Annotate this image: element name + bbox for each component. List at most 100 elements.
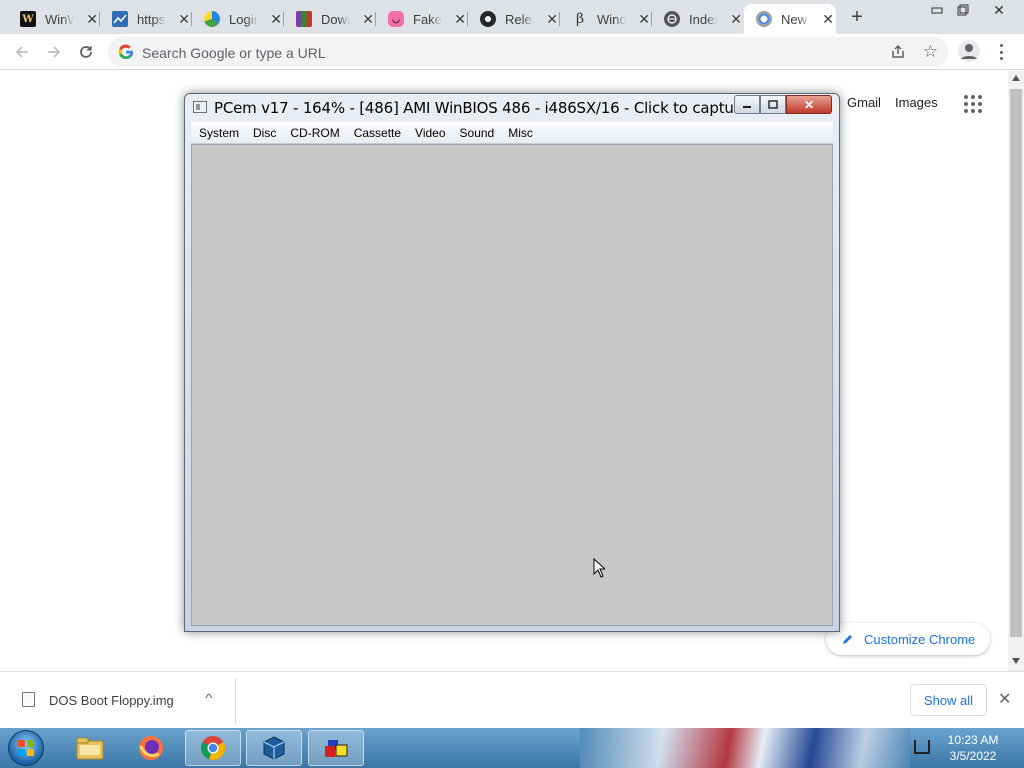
pcem-window-icon xyxy=(193,101,207,113)
mouse-cursor-icon xyxy=(593,558,605,578)
show-all-button[interactable]: Show all xyxy=(910,684,987,716)
pink-face-icon: ◡ xyxy=(388,11,404,27)
tab-title: FakeFace xyxy=(413,11,442,27)
tab-title: WinWorld xyxy=(45,11,75,27)
system-clock[interactable]: 10:23 AM 3/5/2022 xyxy=(940,732,1006,764)
tab-title: Releases xyxy=(505,11,534,27)
close-tab-icon[interactable]: ✕ xyxy=(636,11,652,27)
tab-https[interactable]: https ✕ xyxy=(100,4,192,34)
chrome-icon xyxy=(756,11,772,27)
new-tab-button[interactable]: + xyxy=(846,7,868,28)
download-filename: DOS Boot Floppy.img xyxy=(49,693,174,708)
download-item[interactable]: DOS Boot Floppy.img ^ xyxy=(0,678,236,724)
start-orb-icon[interactable] xyxy=(8,730,44,766)
browser-toolbar: Search Google or type a URL ☆ xyxy=(0,34,1024,70)
menu-video[interactable]: Video xyxy=(415,126,445,140)
close-tab-icon[interactable]: ✕ xyxy=(728,11,744,27)
chrome-icon[interactable] xyxy=(185,730,241,766)
close-download-bar-icon[interactable]: ✕ xyxy=(998,689,1011,709)
omnibox[interactable]: Search Google or type a URL ☆ xyxy=(108,37,948,67)
menu-misc[interactable]: Misc xyxy=(508,126,533,140)
profile-avatar-icon[interactable] xyxy=(958,40,980,62)
close-tab-icon[interactable]: ✕ xyxy=(360,11,376,27)
tab-releases[interactable]: Releases ✕ xyxy=(468,4,560,34)
page-scrollbar[interactable] xyxy=(1008,71,1024,671)
clock-date: 3/5/2022 xyxy=(949,749,997,763)
reload-icon xyxy=(80,46,92,58)
tab-login[interactable]: Login ✕ xyxy=(192,4,284,34)
close-tab-icon[interactable]: ✕ xyxy=(452,11,468,27)
tab-title: https xyxy=(137,11,166,27)
close-window-icon[interactable]: ✕ xyxy=(986,0,1012,20)
firefox-icon[interactable] xyxy=(123,730,179,766)
bookmark-star-icon[interactable]: ☆ xyxy=(923,42,938,62)
emulator-screen[interactable] xyxy=(191,144,833,626)
pcem-window-title: PCem v17 - 164% - [486] AMI WinBIOS 486 … xyxy=(214,99,734,117)
tab-winworld[interactable]: W WinWorld ✕ xyxy=(8,4,100,34)
taskbar: 10:23 AM 3/5/2022 xyxy=(0,728,1024,768)
google-g-icon xyxy=(118,44,134,60)
github-icon xyxy=(480,11,496,27)
tab-windows[interactable]: β Windows ✕ xyxy=(560,4,652,34)
pcem-maximize-button[interactable] xyxy=(760,95,786,114)
pcem-icon[interactable] xyxy=(308,730,364,766)
images-link[interactable]: Images xyxy=(895,95,938,110)
tab-title: Index xyxy=(689,11,719,27)
back-button[interactable] xyxy=(10,40,34,64)
close-tab-icon[interactable]: ✕ xyxy=(268,11,284,27)
google-apps-icon[interactable] xyxy=(964,95,982,113)
tab-title: New Tab xyxy=(781,11,810,27)
forward-arrow-icon xyxy=(48,46,61,58)
tab-fakeface[interactable]: ◡ FakeFace ✕ xyxy=(376,4,468,34)
pcem-close-button[interactable]: ✕ xyxy=(786,95,832,114)
pcem-window[interactable]: PCem v17 - 164% - [486] AMI WinBIOS 486 … xyxy=(184,93,840,632)
menu-cd-rom[interactable]: CD-ROM xyxy=(290,126,339,140)
minimize-window-icon[interactable] xyxy=(924,0,950,20)
tab-strip: W WinWorld ✕ https ✕ Login ✕ Download ✕ … xyxy=(0,0,1024,34)
virtualbox-icon[interactable] xyxy=(246,730,302,766)
b-logo-icon: β xyxy=(575,11,585,27)
network-icon xyxy=(664,11,680,27)
chart-site-icon xyxy=(112,11,128,27)
restore-window-icon[interactable] xyxy=(950,0,976,20)
customize-chrome-button[interactable]: Customize Chrome xyxy=(826,623,990,655)
share-icon[interactable] xyxy=(890,44,906,60)
pcem-title-bar[interactable]: PCem v17 - 164% - [486] AMI WinBIOS 486 … xyxy=(185,94,839,120)
menu-system[interactable]: System xyxy=(199,126,239,140)
close-tab-icon[interactable]: ✕ xyxy=(544,11,560,27)
action-center-flag-icon[interactable] xyxy=(914,740,930,754)
close-tab-icon[interactable]: ✕ xyxy=(176,11,192,27)
gmail-link[interactable]: Gmail xyxy=(847,95,881,110)
omnibox-placeholder: Search Google or type a URL xyxy=(142,45,326,61)
tab-index[interactable]: Index ✕ xyxy=(652,4,744,34)
clock-time: 10:23 AM xyxy=(947,733,999,747)
edge-icon xyxy=(204,11,220,27)
tab-title: Download xyxy=(321,11,350,27)
back-arrow-icon xyxy=(15,46,28,58)
winworld-w-icon: W xyxy=(20,11,36,27)
chrome-menu-icon[interactable] xyxy=(996,42,1006,62)
menu-disc[interactable]: Disc xyxy=(253,126,276,140)
customize-chrome-label: Customize Chrome xyxy=(864,631,976,647)
winrar-icon xyxy=(296,11,312,27)
reload-button[interactable] xyxy=(74,40,98,64)
forward-button[interactable] xyxy=(42,40,66,64)
tab-new-tab[interactable]: New Tab ✕ xyxy=(744,4,836,34)
file-icon xyxy=(22,692,35,707)
scrollbar-thumb[interactable] xyxy=(1010,89,1022,637)
pcem-minimize-button[interactable] xyxy=(734,95,760,114)
explorer-icon[interactable] xyxy=(62,730,118,766)
pcem-menu-bar: System Disc CD-ROM Cassette Video Sound … xyxy=(191,122,833,144)
menu-sound[interactable]: Sound xyxy=(460,126,495,140)
chevron-up-icon[interactable]: ^ xyxy=(205,691,212,705)
close-tab-icon[interactable]: ✕ xyxy=(820,11,836,27)
desktop-wallpaper-strip xyxy=(580,728,910,768)
tab-download[interactable]: Download ✕ xyxy=(284,4,376,34)
close-tab-icon[interactable]: ✕ xyxy=(84,11,100,27)
tab-title: Windows xyxy=(597,11,627,27)
download-bar: DOS Boot Floppy.img ^ Show all ✕ xyxy=(0,671,1024,728)
menu-cassette[interactable]: Cassette xyxy=(354,126,401,140)
pencil-icon xyxy=(843,635,852,644)
scroll-down-arrow-icon[interactable] xyxy=(1012,658,1020,664)
scroll-up-arrow-icon[interactable] xyxy=(1012,75,1020,81)
